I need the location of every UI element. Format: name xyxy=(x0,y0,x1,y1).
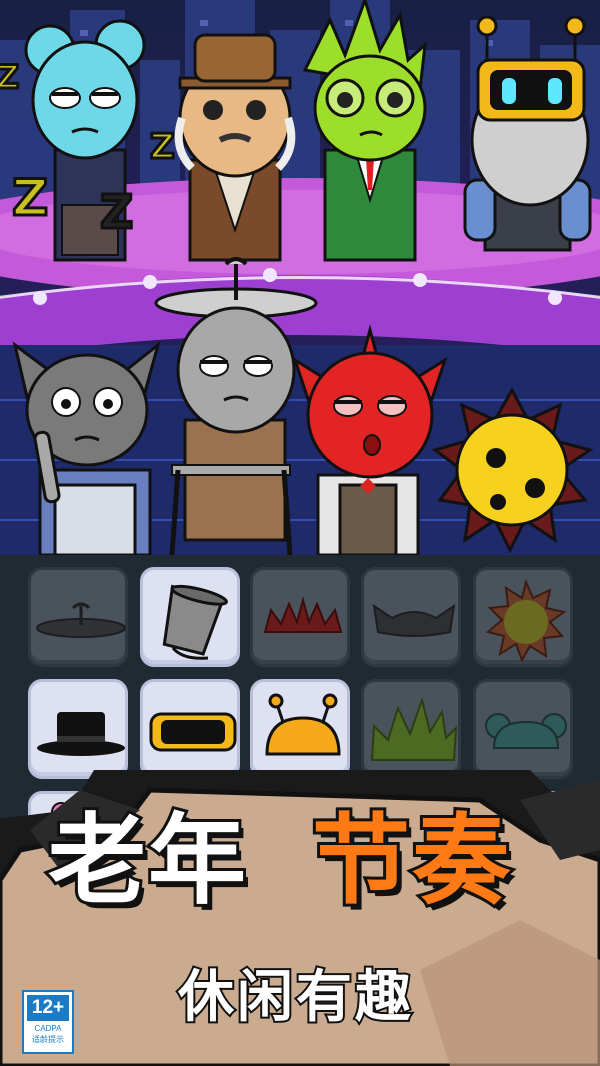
title-text-main: 老年 xyxy=(45,804,249,918)
slot-top-hat[interactable] xyxy=(28,679,128,779)
svg-text:Z: Z xyxy=(0,58,19,96)
slot-cat-ears[interactable] xyxy=(361,567,461,667)
slot-robot-visor[interactable] xyxy=(140,679,240,779)
svg-text:Z: Z xyxy=(100,185,133,239)
robot-visor-icon xyxy=(149,712,237,752)
slot-propeller-hat[interactable] xyxy=(28,567,128,667)
slot-green-spikes[interactable] xyxy=(361,679,461,779)
bucket-hat-icon xyxy=(162,584,228,660)
subtitle-text: 休闲有趣 xyxy=(176,963,414,1032)
sun-rays-icon xyxy=(485,578,567,663)
svg-text:Z: Z xyxy=(12,169,48,227)
svg-text:Z: Z xyxy=(150,127,175,167)
propeller-hat-icon xyxy=(36,602,126,638)
title-text-accent: 节奏 xyxy=(309,804,513,918)
red-spiked-crown-icon xyxy=(263,596,343,633)
age-rating-note: 适龄提示 xyxy=(32,1035,64,1044)
slot-red-spiked-crown[interactable] xyxy=(250,567,350,667)
slot-sun-rays[interactable] xyxy=(473,567,573,667)
character-stage: Z Z Z Z xyxy=(0,0,600,555)
green-spikes-icon xyxy=(370,696,458,761)
antenna-dome-icon xyxy=(265,693,341,756)
slot-mouse-ears[interactable] xyxy=(473,679,573,779)
slot-bucket-hat[interactable] xyxy=(140,567,240,667)
age-rating-number: 12+ xyxy=(27,995,69,1021)
stage-scene: Z Z Z Z xyxy=(0,0,600,555)
character-hat-elder[interactable] xyxy=(174,33,296,262)
age-rating-org: CADPA xyxy=(34,1024,62,1033)
cat-ears-icon xyxy=(372,603,456,637)
slot-antenna-dome[interactable] xyxy=(250,679,350,779)
mouse-ears-icon xyxy=(485,713,567,749)
top-hat-icon xyxy=(37,712,125,756)
age-rating-badge: 12+ CADPA 适龄提示 xyxy=(22,990,74,1054)
